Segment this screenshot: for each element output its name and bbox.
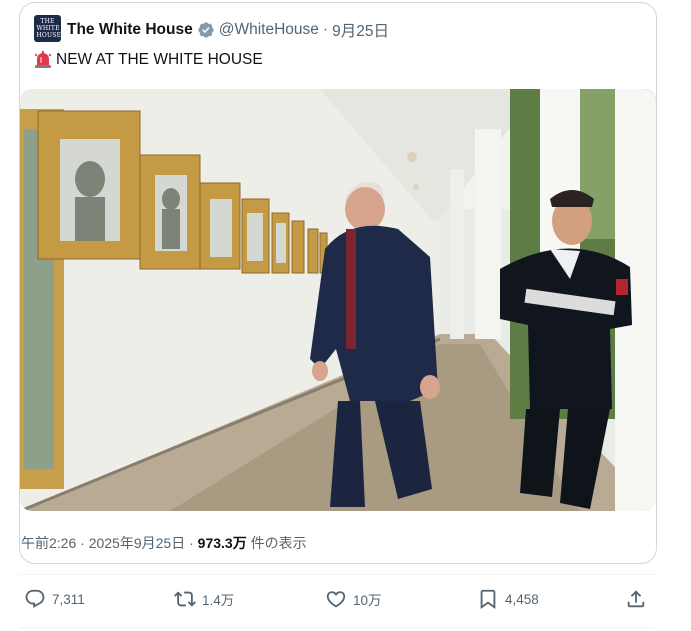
reply-button[interactable]: 7,311 [24, 588, 85, 610]
view-count: 973.3万 [197, 535, 247, 551]
like-count: 10万 [353, 593, 382, 608]
meta-sep1: · [76, 535, 89, 551]
tweet-date[interactable]: 9月25日 [332, 19, 389, 41]
colonnade-photo [20, 89, 656, 511]
share-button[interactable] [625, 588, 653, 610]
bookmark-icon [480, 589, 496, 610]
reply-icon [25, 589, 45, 608]
tweet-text: NEW AT THE WHITE HOUSE [34, 51, 263, 69]
separator-dot: · [322, 21, 329, 38]
bookmark-button[interactable]: 4,458 [477, 588, 539, 610]
divider-top [19, 574, 655, 575]
tweet-time[interactable]: 午前2:26 [21, 535, 76, 551]
display-name[interactable]: The White House [67, 21, 193, 39]
repost-count: 1.4万 [202, 593, 235, 608]
views-suffix: 件の表示 [246, 535, 307, 551]
bookmark-count: 4,458 [505, 591, 539, 607]
like-button[interactable]: 10万 [325, 588, 382, 610]
tweet-card[interactable]: THE WHITE HOUSE The White House @WhiteHo… [19, 2, 657, 564]
tweet-photo[interactable] [20, 89, 656, 511]
meta-sep2: · [185, 535, 198, 551]
avatar[interactable]: THE WHITE HOUSE [34, 15, 61, 42]
heart-icon [326, 591, 346, 608]
verified-badge-icon[interactable] [197, 21, 215, 39]
siren-icon [34, 51, 52, 68]
tweet-meta: 午前2:26 · 2025年9月25日 · 973.3万 件の表示 [21, 533, 307, 553]
repost-button[interactable]: 1.4万 [174, 588, 234, 610]
action-bar: 7,311 1.4万 10万 4,458 [19, 576, 655, 626]
tweet-header: The White House @WhiteHouse · 9月25日 [67, 19, 389, 41]
share-icon [627, 590, 645, 608]
repost-icon [174, 591, 196, 607]
reply-count: 7,311 [52, 591, 85, 607]
tweet-text-content: NEW AT THE WHITE HOUSE [56, 51, 263, 68]
divider-bottom [19, 627, 655, 628]
avatar-text: THE WHITE HOUSE [36, 18, 62, 39]
handle[interactable]: @WhiteHouse [219, 21, 319, 39]
tweet-full-date[interactable]: 2025年9月25日 [89, 535, 186, 551]
